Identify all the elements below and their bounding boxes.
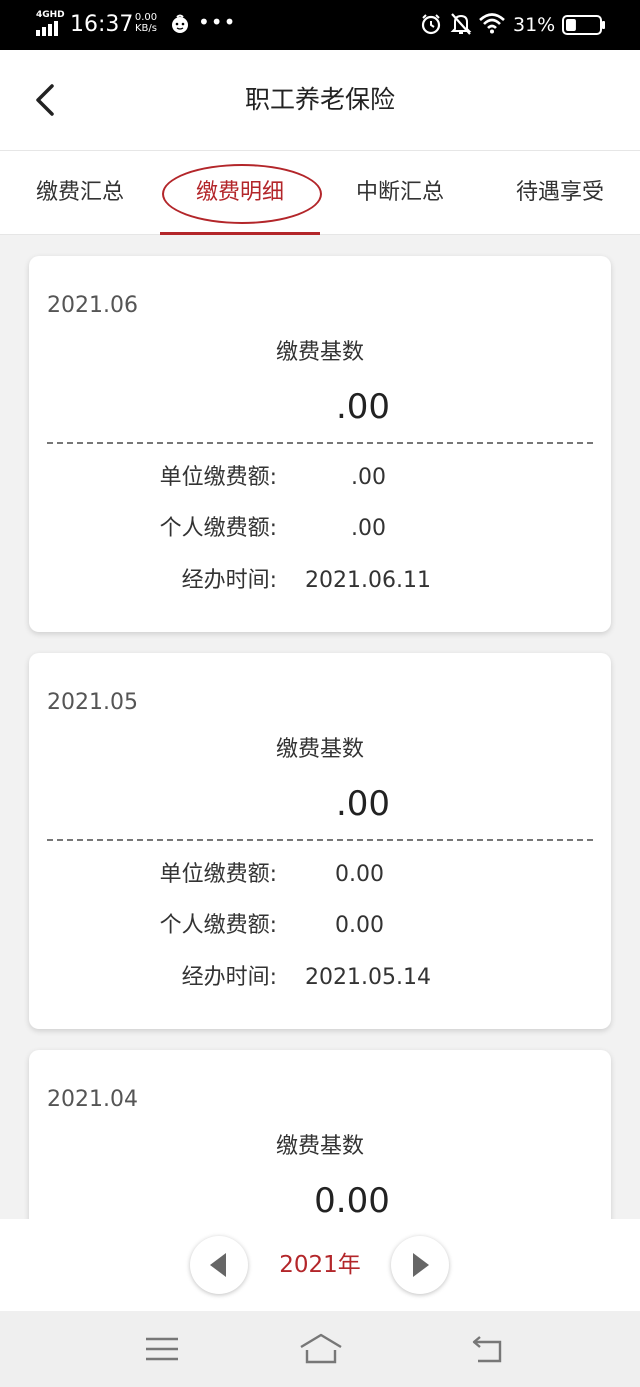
status-bar: 4GHD 16:37 0.00 KB/s ••• 31% (0, 0, 640, 50)
page-title: 职工养老保险 (244, 85, 395, 114)
unit-payment-label: 单位缴费额: (159, 465, 277, 490)
personal-payment-value: 0.00 (335, 913, 384, 938)
network-type: 4GHD (36, 10, 65, 20)
process-date-value: 2021.06.11 (305, 568, 431, 593)
speed-unit: KB/s (135, 23, 157, 34)
signal-icon: 4GHD (36, 10, 65, 36)
base-value: .00 (335, 387, 391, 427)
baby-face-icon (172, 14, 188, 33)
process-date-label: 经办时间: (181, 568, 277, 593)
tab-label: 缴费汇总 (35, 180, 124, 205)
year-switcher: 2021年 (0, 1219, 640, 1311)
base-value: 0.00 (314, 1181, 390, 1221)
network-speed: 0.00 KB/s (132, 12, 160, 34)
app-header: 职工养老保险 (0, 50, 640, 150)
record-period: 2021.06 (47, 293, 138, 318)
alarm-icon (421, 14, 441, 35)
tab-benefits[interactable]: 待遇享受 (490, 151, 630, 235)
personal-payment-label: 个人缴费额: (159, 516, 277, 541)
active-tab-indicator (160, 232, 320, 235)
next-year-button[interactable] (391, 1236, 449, 1294)
more-dots-icon: ••• (198, 10, 237, 34)
current-year: 2021年 (279, 1252, 361, 1278)
home-icon[interactable] (298, 1331, 344, 1367)
tab-payment-details[interactable]: 缴费明细 (160, 151, 322, 235)
tab-payment-summary[interactable]: 缴费汇总 (10, 151, 150, 235)
wifi-icon (479, 13, 505, 34)
record-period: 2021.04 (47, 1087, 138, 1112)
base-label: 缴费基数 (275, 737, 364, 762)
unit-payment-value: .00 (351, 465, 386, 490)
mute-bell-icon (450, 13, 472, 35)
base-value: .00 (335, 784, 391, 824)
battery-icon (562, 15, 605, 35)
back-icon[interactable] (468, 1331, 508, 1367)
record-card[interactable]: 2021.05 缴费基数 .00 单位缴费额: 0.00 个人缴费额: 0.00… (29, 653, 611, 1029)
dashed-divider (47, 839, 593, 841)
battery-percent: 31% (513, 14, 556, 36)
speed-value: 0.00 (134, 12, 158, 23)
menu-icon[interactable] (142, 1331, 182, 1367)
tab-bar: 缴费汇总 缴费明细 中断汇总 待遇享受 (0, 150, 640, 235)
process-date-label: 经办时间: (181, 965, 277, 990)
clock: 16:37 (70, 12, 134, 37)
tab-interruption-summary[interactable]: 中断汇总 (330, 151, 470, 235)
base-label: 缴费基数 (275, 1134, 364, 1159)
base-label: 缴费基数 (275, 340, 364, 365)
unit-payment-label: 单位缴费额: (159, 862, 277, 887)
unit-payment-value: 0.00 (335, 862, 384, 887)
record-period: 2021.05 (47, 690, 138, 715)
personal-payment-value: .00 (351, 516, 386, 541)
record-card[interactable]: 2021.06 缴费基数 .00 单位缴费额: .00 个人缴费额: .00 经… (29, 256, 611, 632)
highlight-circle (162, 164, 322, 224)
tab-label: 中断汇总 (355, 180, 444, 205)
triangle-right-icon (413, 1253, 429, 1277)
personal-payment-label: 个人缴费额: (159, 913, 277, 938)
system-nav-bar (0, 1311, 640, 1387)
tab-label: 待遇享受 (515, 180, 604, 205)
dashed-divider (47, 442, 593, 444)
process-date-value: 2021.05.14 (305, 965, 431, 990)
